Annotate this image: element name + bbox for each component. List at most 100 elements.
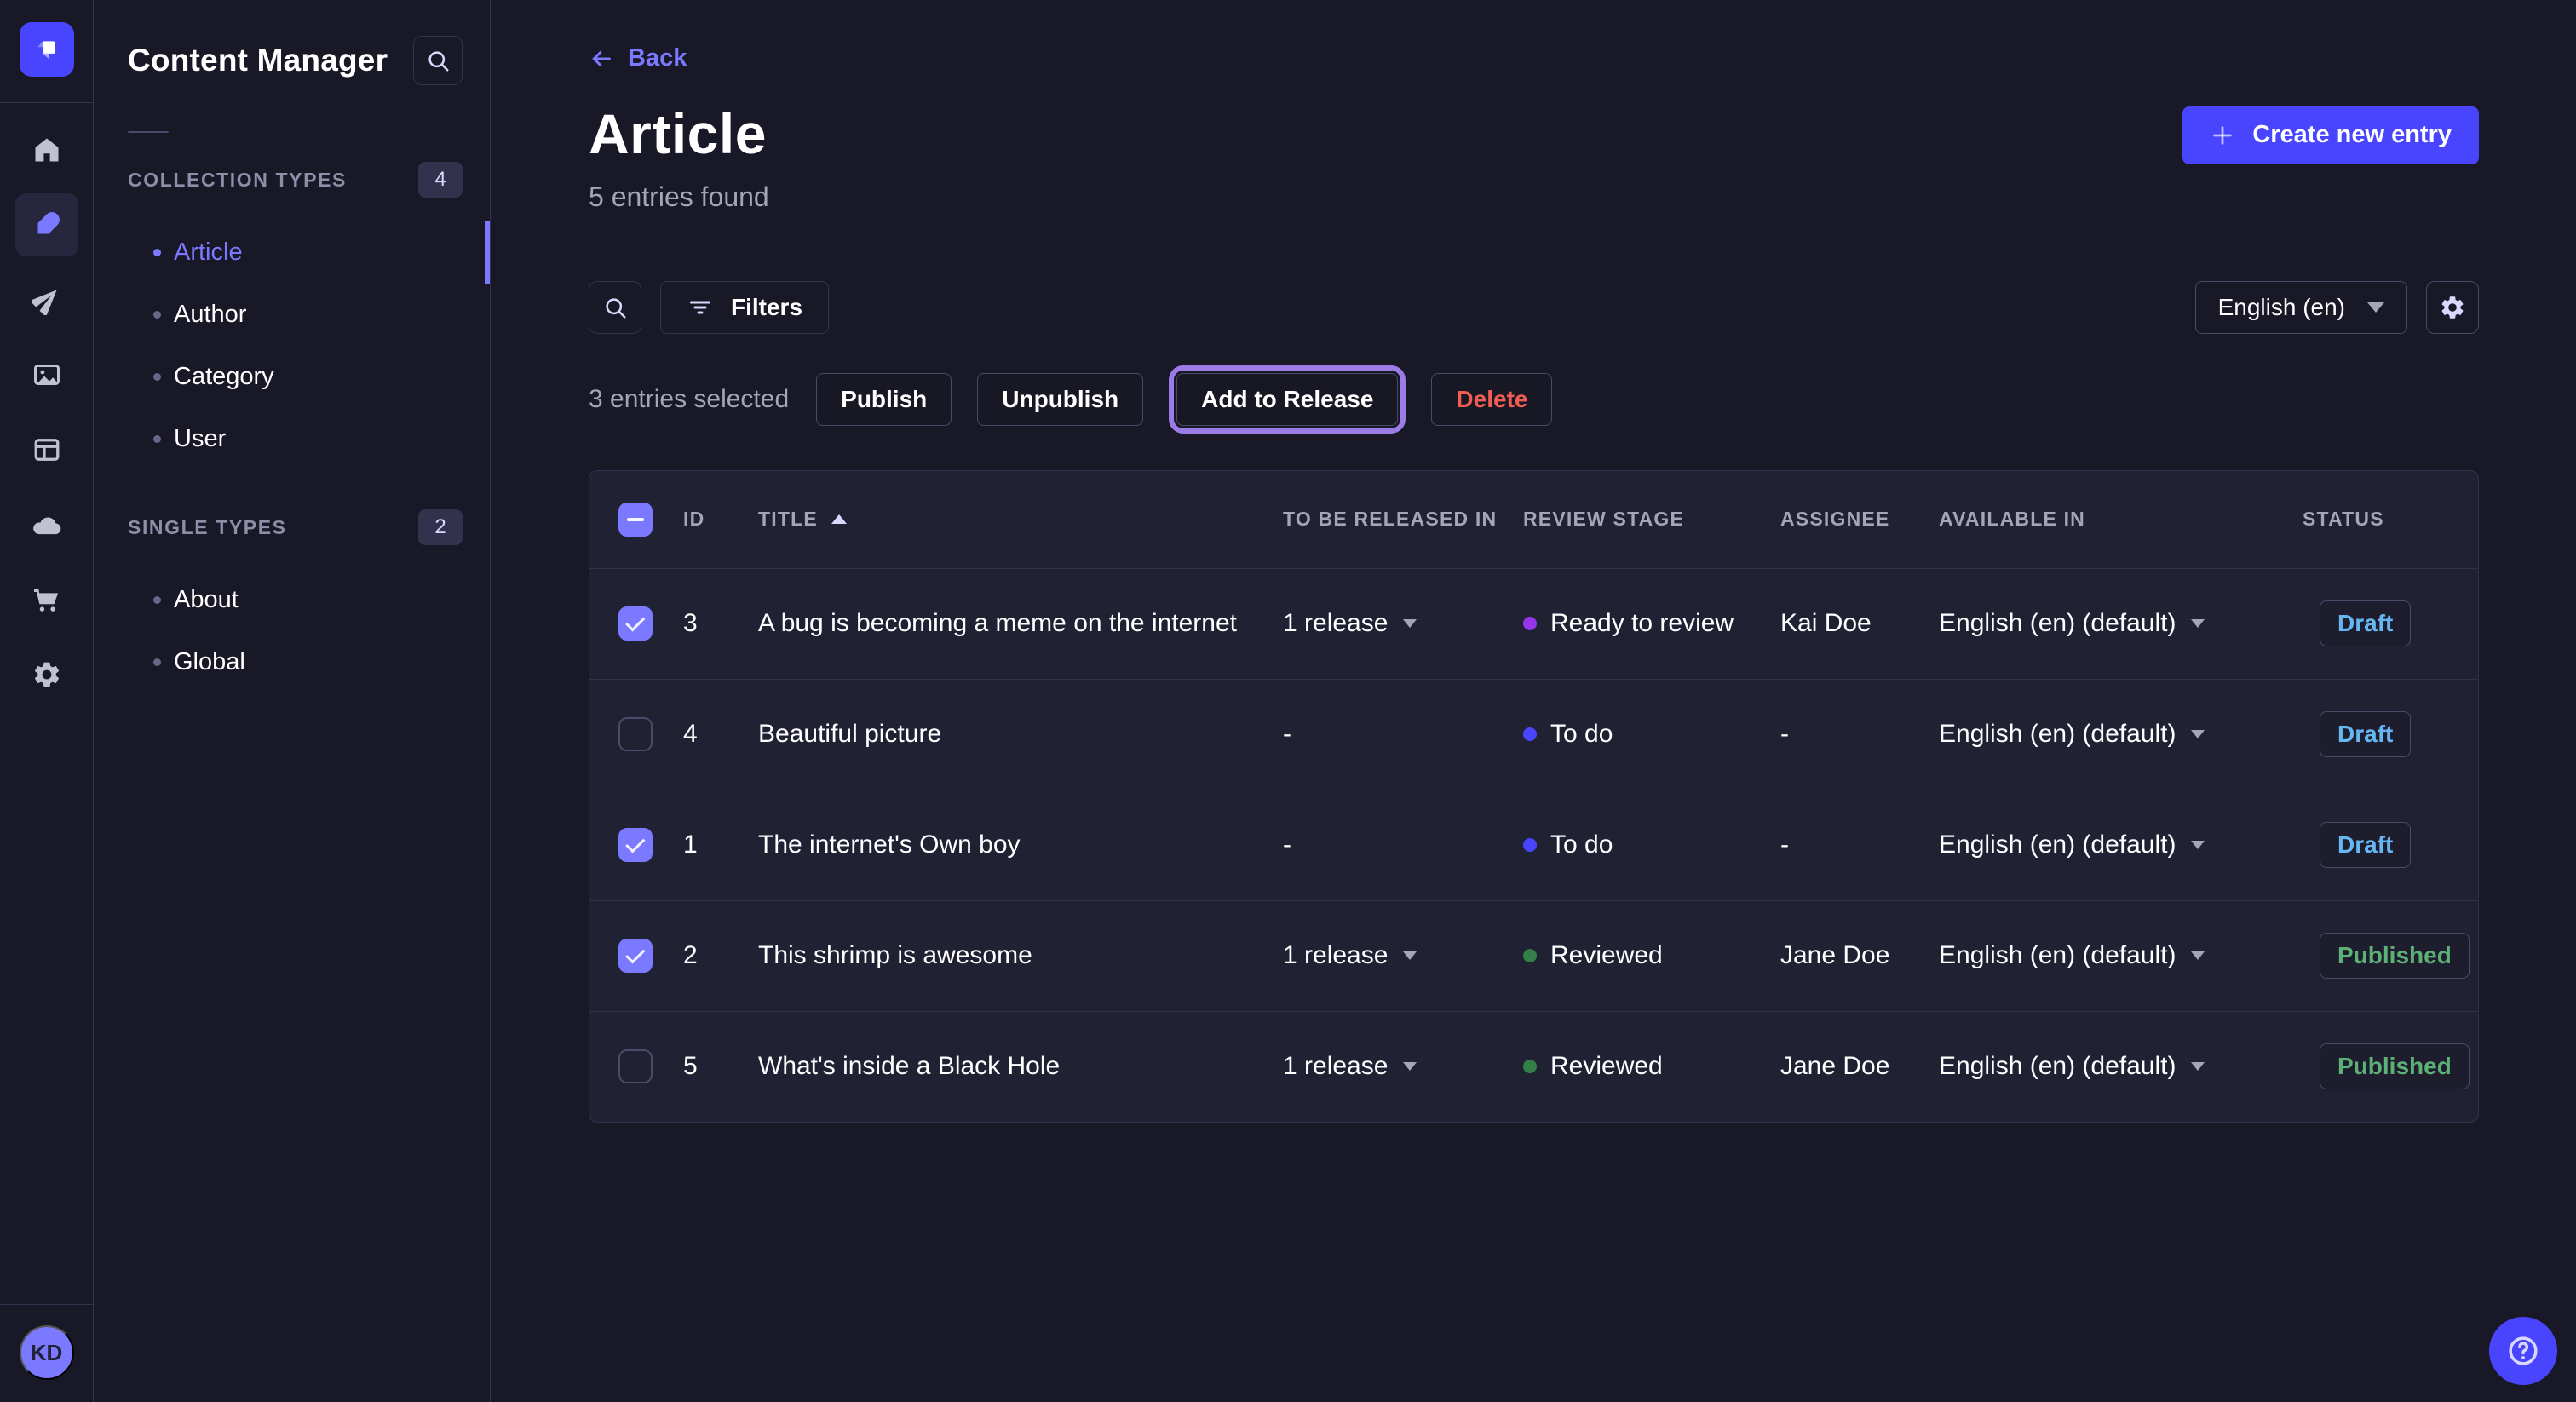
- sidebar-item-global[interactable]: Global: [128, 631, 463, 693]
- publish-button[interactable]: Publish: [816, 373, 952, 426]
- rail-deploy-button[interactable]: [15, 493, 78, 556]
- sidebar-item-author[interactable]: Author: [128, 284, 463, 346]
- sidebar-item-label: Category: [174, 363, 274, 391]
- row-locale-dropdown[interactable]: English (en) (default): [1939, 830, 2303, 859]
- workspace-rail: KD: [0, 0, 94, 1402]
- column-header-assignee[interactable]: ASSIGNEE: [1780, 508, 1939, 531]
- create-new-entry-button[interactable]: Create new entry: [2182, 106, 2479, 164]
- column-header-to-be-released-in[interactable]: TO BE RELEASED IN: [1283, 508, 1523, 531]
- row-release-dropdown[interactable]: -: [1283, 720, 1523, 749]
- search-entries-button[interactable]: [589, 281, 641, 334]
- column-header-status[interactable]: STATUS: [2303, 508, 2478, 531]
- chevron-down-icon: [2191, 1062, 2205, 1071]
- stage-dot-icon: [1523, 1060, 1537, 1073]
- cart-icon: [32, 584, 62, 615]
- bullet-icon: [153, 373, 161, 381]
- row-checkbox[interactable]: [618, 606, 653, 641]
- rail-settings-button[interactable]: [15, 643, 78, 706]
- row-title[interactable]: This shrimp is awesome: [758, 941, 1283, 970]
- delete-button[interactable]: Delete: [1431, 373, 1552, 426]
- send-icon: [32, 284, 62, 315]
- rail-media-library-button[interactable]: [15, 343, 78, 406]
- entries-table: ID TITLE TO BE RELEASED IN REVIEW STAGE …: [589, 470, 2479, 1123]
- row-title[interactable]: What's inside a Black Hole: [758, 1052, 1283, 1081]
- chevron-down-icon: [1403, 951, 1417, 960]
- section-count-badge: 4: [418, 162, 463, 198]
- sidebar-item-user[interactable]: User: [128, 408, 463, 470]
- rail-home-button[interactable]: [15, 118, 78, 181]
- rail-marketplace-button[interactable]: [15, 568, 78, 631]
- select-all-checkbox[interactable]: [618, 503, 653, 537]
- status-badge: Draft: [2320, 600, 2411, 646]
- unpublish-button[interactable]: Unpublish: [977, 373, 1143, 426]
- table-row: 2 This shrimp is awesome 1 release Revie…: [589, 900, 2478, 1011]
- bullet-icon: [153, 311, 161, 319]
- column-header-review-stage[interactable]: REVIEW STAGE: [1523, 508, 1780, 531]
- strapi-logo[interactable]: [20, 22, 74, 77]
- sidebar-item-label: Article: [174, 238, 243, 267]
- table-row: 4 Beautiful picture - To do - English (e…: [589, 679, 2478, 790]
- arrow-left-icon: [589, 46, 614, 72]
- column-header-available-in[interactable]: AVAILABLE IN: [1939, 508, 2303, 531]
- row-locale-dropdown[interactable]: English (en) (default): [1939, 941, 2303, 970]
- row-locale-dropdown[interactable]: English (en) (default): [1939, 609, 2303, 638]
- filters-button[interactable]: Filters: [660, 281, 829, 334]
- row-id: 5: [683, 1052, 758, 1081]
- row-assignee: -: [1780, 830, 1939, 859]
- plus-icon: [2210, 123, 2235, 148]
- row-locale-dropdown[interactable]: English (en) (default): [1939, 720, 2303, 749]
- active-item-indicator: [485, 221, 490, 284]
- row-id: 1: [683, 830, 758, 859]
- row-release-dropdown[interactable]: 1 release: [1283, 941, 1523, 970]
- media-icon: [32, 359, 62, 390]
- back-link[interactable]: Back: [589, 44, 687, 72]
- table-row: 1 The internet's Own boy - To do - Engli…: [589, 790, 2478, 900]
- row-title[interactable]: The internet's Own boy: [758, 830, 1283, 859]
- row-title[interactable]: A bug is becoming a meme on the internet: [758, 609, 1283, 638]
- column-header-title[interactable]: TITLE: [758, 508, 1283, 531]
- filter-lines-icon: [687, 294, 714, 321]
- row-release-dropdown[interactable]: 1 release: [1283, 609, 1523, 638]
- row-release-dropdown[interactable]: 1 release: [1283, 1052, 1523, 1081]
- chevron-down-icon: [2367, 302, 2384, 313]
- status-badge: Published: [2320, 933, 2470, 979]
- feather-icon: [32, 210, 62, 240]
- stage-dot-icon: [1523, 617, 1537, 630]
- row-assignee: -: [1780, 720, 1939, 749]
- list-settings-button[interactable]: [2426, 281, 2479, 334]
- column-header-id[interactable]: ID: [683, 508, 758, 531]
- cloud-icon: [31, 509, 63, 541]
- chevron-down-icon: [2191, 841, 2205, 849]
- strapi-logo-icon: [32, 35, 61, 64]
- row-checkbox[interactable]: [618, 828, 653, 862]
- row-checkbox[interactable]: [618, 939, 653, 973]
- row-review-stage: To do: [1523, 720, 1780, 749]
- stage-dot-icon: [1523, 838, 1537, 852]
- question-circle-icon: [2504, 1332, 2542, 1370]
- add-to-release-button[interactable]: Add to Release: [1176, 373, 1398, 426]
- row-title[interactable]: Beautiful picture: [758, 720, 1283, 749]
- sidebar-item-category[interactable]: Category: [128, 346, 463, 408]
- sidebar-search-button[interactable]: [413, 36, 463, 85]
- sort-ascending-icon: [831, 514, 847, 524]
- sidebar-item-article[interactable]: Article: [128, 221, 463, 284]
- row-locale-dropdown[interactable]: English (en) (default): [1939, 1052, 2303, 1081]
- main-content: Back Article 5 entries found Create new …: [491, 0, 2576, 1402]
- row-checkbox[interactable]: [618, 1049, 653, 1083]
- row-assignee: Jane Doe: [1780, 1052, 1939, 1081]
- page-title: Article: [589, 101, 769, 166]
- row-review-stage: To do: [1523, 830, 1780, 859]
- search-icon: [602, 295, 628, 320]
- user-avatar[interactable]: KD: [20, 1325, 74, 1380]
- rail-content-manager-button[interactable]: [15, 193, 78, 256]
- rail-releases-button[interactable]: [15, 268, 78, 331]
- locale-select[interactable]: English (en): [2195, 281, 2407, 334]
- sidebar-section: SINGLE TYPES 2 About Global: [128, 504, 463, 693]
- row-release-dropdown[interactable]: -: [1283, 830, 1523, 859]
- row-review-stage: Reviewed: [1523, 941, 1780, 970]
- sidebar-item-about[interactable]: About: [128, 569, 463, 631]
- selection-summary: 3 entries selected: [589, 385, 789, 414]
- row-checkbox[interactable]: [618, 717, 653, 751]
- help-button[interactable]: [2489, 1317, 2557, 1385]
- rail-content-type-builder-button[interactable]: [15, 418, 78, 481]
